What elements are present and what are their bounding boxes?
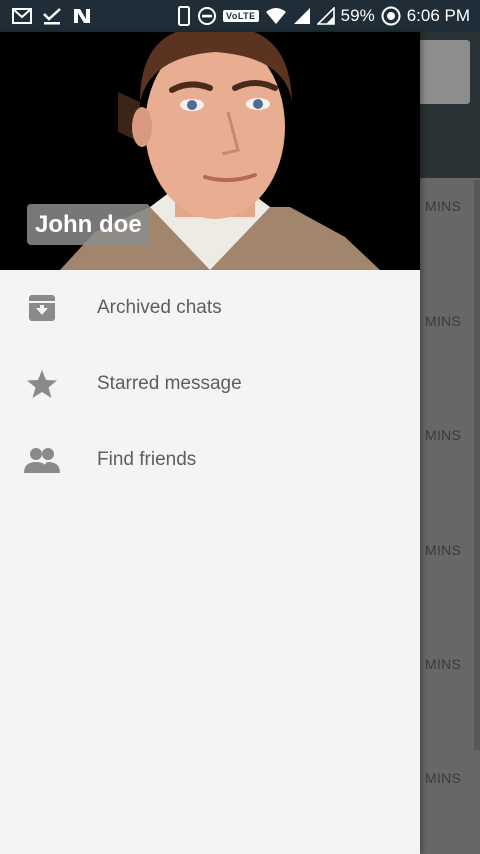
clock: 6:06 PM [406, 6, 470, 25]
n-app-icon [72, 7, 92, 25]
chat-time-label: MINS [425, 656, 462, 672]
menu-item-starred-message[interactable]: Starred message [0, 346, 420, 422]
menu-item-archived-chats[interactable]: Archived chats [0, 270, 420, 346]
chat-time-label: MINS [425, 542, 462, 558]
volte-badge: VoLTE [222, 10, 259, 22]
menu-item-find-friends[interactable]: Find friends [0, 422, 420, 498]
people-icon [24, 442, 60, 478]
chat-time-label: MINS [425, 427, 462, 443]
drawer-menu: Archived chats Starred message Find frie… [0, 270, 420, 498]
menu-label: Find friends [97, 449, 197, 470]
do-not-disturb-icon [197, 6, 217, 26]
signal-icon [293, 7, 311, 25]
battery-saver-icon [381, 6, 401, 26]
chat-time-label: MINS [425, 770, 462, 786]
signal-secondary-icon [316, 7, 335, 25]
chat-time-label: MINS [425, 198, 462, 214]
status-bar: VoLTE 59% 6:06 PM [0, 0, 480, 32]
menu-label: Archived chats [97, 297, 222, 318]
navigation-drawer: John doe Archived chats Starred message [0, 32, 420, 854]
chat-time-label: MINS [425, 313, 462, 329]
gmail-icon [12, 8, 32, 24]
user-name[interactable]: John doe [27, 204, 150, 245]
task-check-icon [42, 7, 62, 25]
battery-percent: 59% [340, 6, 375, 25]
archive-icon [24, 290, 60, 326]
vibrate-phone-icon [177, 6, 191, 26]
menu-label: Starred message [97, 373, 242, 394]
star-icon [24, 366, 60, 402]
wifi-icon [265, 7, 287, 25]
background-scrollbar [474, 180, 480, 750]
background-search-box [415, 40, 470, 104]
drawer-header: John doe [0, 32, 420, 270]
